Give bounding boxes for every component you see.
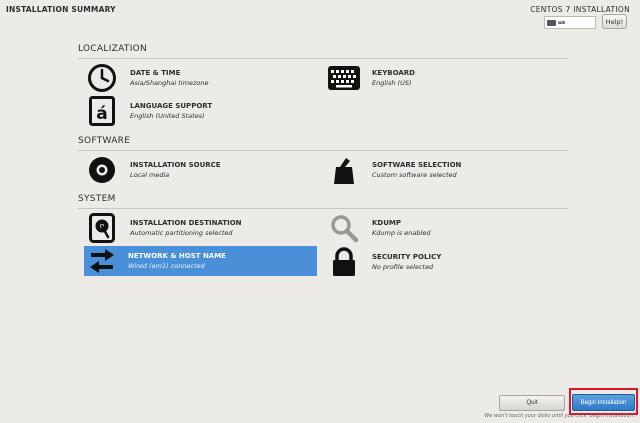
spoke-status: No profile selected [372, 263, 434, 271]
spoke-status: Local media [130, 171, 170, 179]
spoke-installation-destination[interactable]: INSTALLATION DESTINATION Automatic parti… [86, 212, 318, 244]
section-title-localization: LOCALIZATION [78, 44, 148, 54]
keyboard-layout-label: us [558, 19, 566, 26]
package-icon [328, 154, 360, 186]
spoke-software-selection[interactable]: SOFTWARE SELECTION Custom software selec… [328, 154, 560, 186]
spoke-installation-source[interactable]: INSTALLATION SOURCE Local media [86, 154, 318, 186]
spoke-status: Automatic partitioning selected [130, 229, 233, 237]
spoke-title: LANGUAGE SUPPORT [130, 102, 213, 110]
network-arrows-icon [86, 245, 118, 277]
spoke-title: NETWORK & HOST NAME [128, 252, 226, 260]
spoke-title: INSTALLATION DESTINATION [130, 219, 242, 227]
spoke-keyboard[interactable]: KEYBOARD English (US) [328, 62, 560, 94]
spoke-title: DATE & TIME [130, 69, 181, 77]
section-divider [78, 58, 568, 59]
page-title: INSTALLATION SUMMARY [6, 5, 116, 14]
footer-note: We won't touch your disks until you clic… [484, 413, 636, 419]
spoke-status: Wired (em1) connected [128, 262, 205, 270]
spoke-network-host-name[interactable]: NETWORK & HOST NAME Wired (em1) connecte… [84, 246, 317, 276]
spoke-status: Kdump is enabled [372, 229, 431, 237]
spoke-kdump[interactable]: KDUMP Kdump is enabled [328, 212, 560, 244]
begin-installation-button[interactable]: Begin Installation [572, 394, 635, 411]
help-button[interactable]: Help! [602, 14, 627, 29]
section-divider [78, 150, 568, 151]
clock-icon [86, 62, 118, 94]
spoke-title: KEYBOARD [372, 69, 415, 77]
spoke-status: English (US) [372, 79, 412, 87]
spoke-title: SECURITY POLICY [372, 253, 442, 261]
spoke-status: Asia/Shanghai timezone [130, 79, 209, 87]
spoke-title: KDUMP [372, 219, 402, 227]
spoke-status: English (United States) [130, 112, 205, 120]
spoke-language-support[interactable]: á LANGUAGE SUPPORT English (United State… [86, 95, 318, 127]
lock-icon [328, 246, 360, 278]
keyboard-layout-icon [547, 19, 556, 26]
harddisk-icon [86, 212, 118, 244]
disc-icon [86, 154, 118, 186]
language-icon: á [86, 95, 118, 127]
magnifier-icon [328, 212, 360, 244]
spoke-title: SOFTWARE SELECTION [372, 161, 462, 169]
spoke-date-time[interactable]: DATE & TIME Asia/Shanghai timezone [86, 62, 318, 94]
section-divider [78, 208, 568, 209]
section-title-system: SYSTEM [78, 194, 116, 204]
spoke-status: Custom software selected [372, 171, 457, 179]
spoke-title: INSTALLATION SOURCE [130, 161, 221, 169]
svg-text:á: á [96, 104, 107, 124]
keyboard-icon [328, 62, 360, 94]
product-title: CENTOS 7 INSTALLATION [530, 5, 630, 14]
spoke-security-policy[interactable]: SECURITY POLICY No profile selected [328, 246, 560, 278]
keyboard-layout-indicator[interactable]: us [544, 16, 596, 29]
quit-button[interactable]: Quit [499, 395, 565, 411]
section-title-software: SOFTWARE [78, 136, 131, 146]
